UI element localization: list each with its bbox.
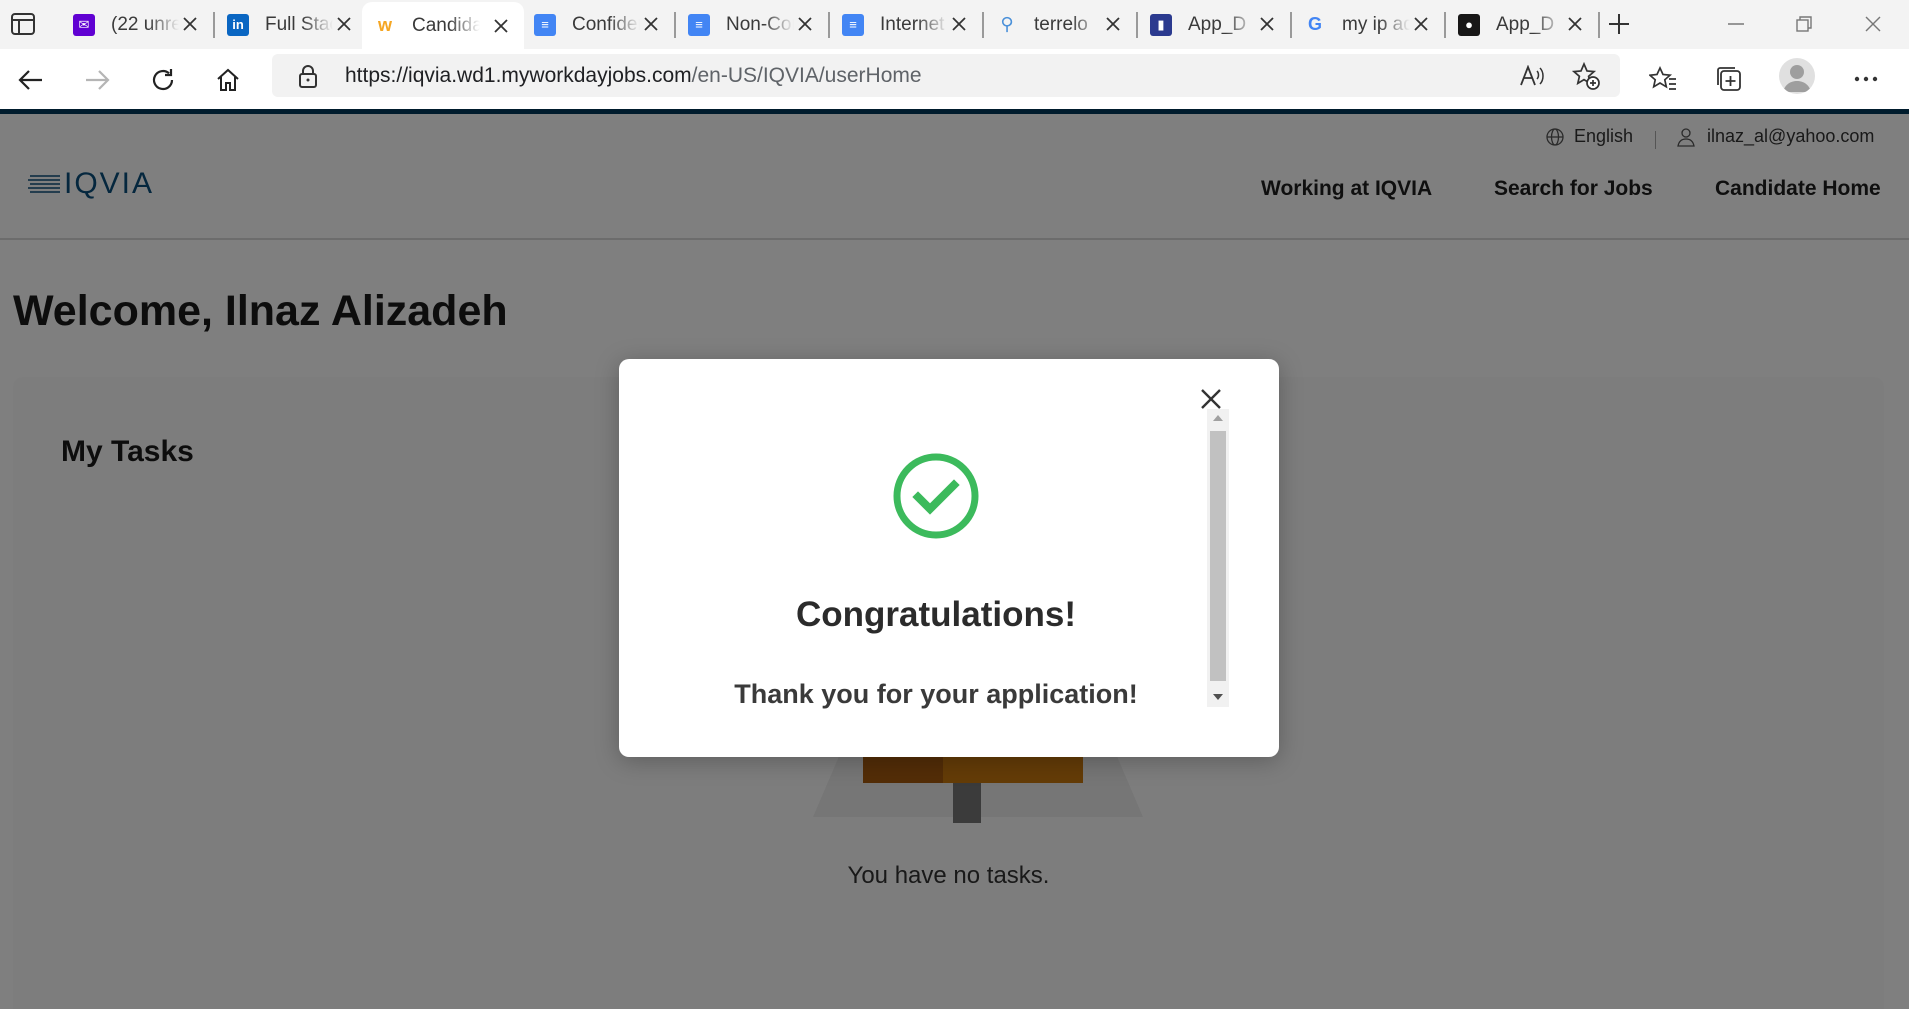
tab-close-icon[interactable] (794, 13, 816, 35)
google-docs-icon: ≡ (534, 13, 556, 36)
browser-tab-bar: ✉ (22 unread) in Full Stack w Candidate Home ≡… (0, 0, 1909, 49)
browser-tab[interactable]: w Candidate Home (362, 2, 524, 49)
back-button[interactable] (13, 62, 49, 98)
tab-close-icon[interactable] (179, 13, 201, 35)
url-bar[interactable]: https://iqvia.wd1.myworkdayjobs.com/en-U… (272, 54, 1620, 97)
browser-tab[interactable]: ≡ Confidential (522, 0, 674, 49)
close-icon (1201, 389, 1221, 409)
favorites-icon[interactable] (1646, 62, 1680, 96)
read-aloud-icon[interactable] (1518, 62, 1546, 90)
browser-tab[interactable]: Gmy ip address (1292, 0, 1444, 49)
confirmation-dialog: Congratulations! Thank you for your appl… (619, 359, 1279, 757)
more-options-icon[interactable] (1849, 62, 1883, 96)
lock-icon[interactable] (298, 64, 318, 93)
tab-separator (1598, 12, 1600, 38)
tab-close-icon[interactable] (640, 13, 662, 35)
address-bar-row: https://iqvia.wd1.myworkdayjobs.com/en-U… (0, 49, 1909, 109)
browser-tab[interactable]: ✉ (22 unread) (61, 0, 213, 49)
browser-tab[interactable]: ▮ App_D (1138, 0, 1290, 49)
browser-tab-title: Confidential (572, 13, 640, 35)
url-text[interactable]: https://iqvia.wd1.myworkdayjobs.com/en-U… (345, 64, 922, 88)
browser-tab-title: Internet (880, 13, 945, 35)
restore-button[interactable] (1782, 7, 1826, 41)
linkedin-icon: in (227, 13, 249, 36)
forward-button[interactable] (79, 62, 115, 98)
url-host: https://iqvia.wd1.myworkdayjobs.com (345, 64, 692, 87)
window-close-button[interactable] (1851, 7, 1895, 41)
dialog-heading: Congratulations! (796, 595, 1076, 634)
browser-tab[interactable]: in Full Stack (215, 0, 367, 49)
tab-close-icon[interactable] (490, 15, 512, 37)
browser-tab-title: Candidate Home (412, 14, 480, 36)
profile-avatar[interactable] (1779, 58, 1815, 94)
minimize-button[interactable] (1714, 7, 1758, 41)
mail-icon: ✉ (73, 13, 95, 36)
add-favorite-icon[interactable] (1572, 62, 1600, 90)
collections-icon[interactable] (1712, 62, 1746, 96)
dialog-message: Thank you for your application! (734, 679, 1138, 709)
tab-close-icon[interactable] (333, 13, 355, 35)
home-button[interactable] (210, 62, 246, 98)
tab-actions-icon[interactable] (10, 12, 36, 36)
browser-tab-title: Full Stack (265, 13, 333, 35)
search-icon: ⚲ (1000, 14, 1014, 34)
github-icon: ● (1458, 13, 1480, 36)
browser-tab[interactable]: ⚲ terrelo (984, 0, 1136, 49)
new-tab-button[interactable] (1604, 9, 1634, 39)
tab-close-icon[interactable] (1564, 13, 1586, 35)
trello-icon: ▮ (1150, 13, 1172, 36)
dialog-scrollbar[interactable] (1207, 409, 1229, 707)
browser-tab-title: (22 unread) (111, 13, 179, 35)
browser-tab[interactable]: ● App_D (1446, 0, 1598, 49)
google-docs-icon: ≡ (688, 13, 710, 36)
browser-tab[interactable]: ≡ Internet (830, 0, 982, 49)
url-path: /en-US/IQVIA/userHome (691, 64, 922, 87)
browser-tab-title: terrelo (1034, 13, 1088, 35)
tab-close-icon[interactable] (1410, 13, 1432, 35)
browser-tab-title: App_D (1496, 13, 1555, 35)
browser-tab-title: Non-Compete (726, 13, 794, 35)
browser-tab[interactable]: ≡ Non-Compete (676, 0, 828, 49)
success-check-icon (893, 453, 979, 539)
workday-icon: w (377, 15, 392, 35)
refresh-button[interactable] (145, 62, 181, 98)
google-icon: G (1307, 14, 1322, 34)
google-docs-icon: ≡ (842, 13, 864, 36)
tab-close-icon[interactable] (948, 13, 970, 35)
scroll-up-arrow-icon[interactable] (1213, 415, 1223, 421)
browser-tab-title: App_D (1188, 13, 1247, 35)
scrollbar-thumb[interactable] (1210, 431, 1226, 681)
tab-close-icon[interactable] (1256, 13, 1278, 35)
tab-close-icon[interactable] (1102, 13, 1124, 35)
browser-tab-title: my ip address (1342, 13, 1410, 35)
